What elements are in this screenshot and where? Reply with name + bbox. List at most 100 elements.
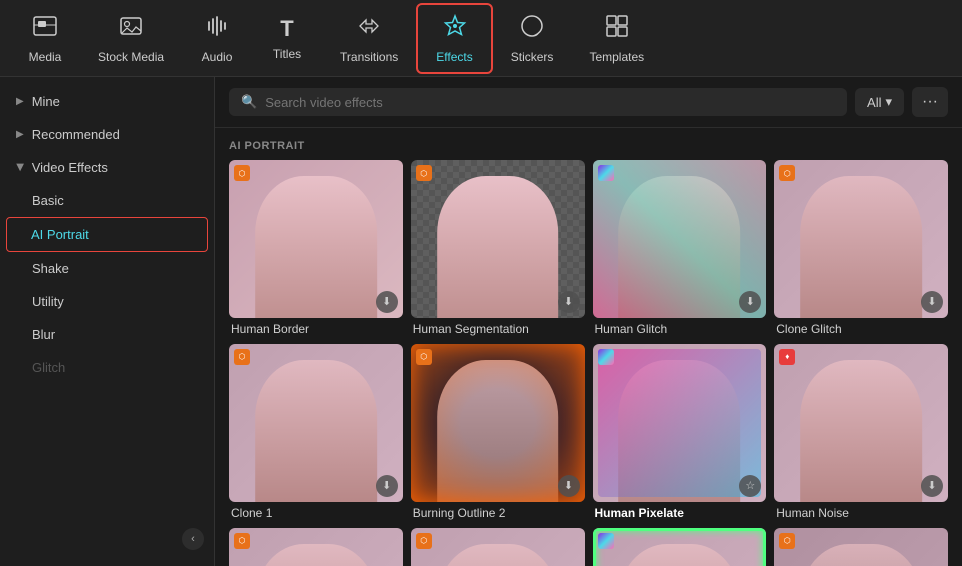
mine-arrow: ▶ (16, 96, 24, 107)
nav-stock-label: Stock Media (98, 50, 164, 64)
effect-card-human-noise[interactable]: ♦ ⬇ Human Noise (774, 344, 948, 520)
stickers-icon (519, 13, 545, 45)
badge-clone-glitch: ⬡ (779, 165, 795, 181)
nav-media[interactable]: Media (10, 5, 80, 72)
effect-name-clone-1: Clone 1 (229, 506, 403, 520)
nav-effects-label: Effects (436, 50, 472, 64)
effect-card-neon-ring-2[interactable]: ⬡ ⬇ Neon Ring 2 (411, 528, 585, 566)
badge-human-segmentation: ⬡ (416, 165, 432, 181)
filter-chevron-icon: ▾ (885, 94, 892, 110)
content-area: 🔍 All ▾ ··· AI PORTRAIT ⬡ ⬇ Human (215, 77, 962, 566)
badge-clone-1: ⬡ (234, 349, 250, 365)
nav-audio[interactable]: Audio (182, 5, 252, 72)
collapse-sidebar-button[interactable]: ‹ (182, 528, 204, 550)
sidebar-sub-blur[interactable]: Blur (0, 318, 214, 351)
shake-label: Shake (32, 261, 69, 276)
basic-label: Basic (32, 193, 64, 208)
sidebar-sub-ai-portrait[interactable]: AI Portrait (6, 217, 208, 252)
effect-card-human-glitch[interactable]: ⬇ Human Glitch (593, 160, 767, 336)
sidebar-sub-basic[interactable]: Basic (0, 184, 214, 217)
effect-name-human-segmentation: Human Segmentation (411, 322, 585, 336)
effect-card-lightning-flash-2[interactable]: ⬡ ⬇ Lightning Flash 2 (774, 528, 948, 566)
audio-icon (204, 13, 230, 45)
download-human-segmentation-icon[interactable]: ⬇ (558, 291, 580, 313)
sidebar: ▶ Mine ▶ Recommended ▶ Video Effects Bas… (0, 77, 215, 566)
effect-thumb-burning-outline: ⬡ ⬇ (411, 344, 585, 502)
sidebar-sub-utility[interactable]: Utility (0, 285, 214, 318)
ai-portrait-label: AI Portrait (31, 227, 89, 242)
effect-card-neon-flow-4[interactable]: ⬡ ⬇ Neon Flow 4 (229, 528, 403, 566)
effect-card-clone-1[interactable]: ⬡ ⬇ Clone 1 (229, 344, 403, 520)
filter-button[interactable]: All ▾ (855, 88, 904, 116)
effect-name-human-border: Human Border (229, 322, 403, 336)
effect-card-human-segmentation[interactable]: ⬡ ⬇ Human Segmentation (411, 160, 585, 336)
effect-thumb-human-noise: ♦ ⬇ (774, 344, 948, 502)
templates-icon (604, 13, 630, 45)
search-input[interactable] (265, 95, 835, 110)
effect-thumb-lightning-flash-2: ⬡ ⬇ (774, 528, 948, 566)
effect-card-human-border[interactable]: ⬡ ⬇ Human Border (229, 160, 403, 336)
search-icon: 🔍 (241, 94, 257, 110)
effect-thumb-human-glitch: ⬇ (593, 160, 767, 318)
recommended-arrow: ▶ (16, 129, 24, 140)
search-wrapper: 🔍 (229, 88, 847, 116)
download-human-border-icon[interactable]: ⬇ (376, 291, 398, 313)
download-clone-1-icon[interactable]: ⬇ (376, 475, 398, 497)
video-effects-arrow: ▶ (14, 164, 25, 172)
top-nav: Media Stock Media Audio T Titles Transi (0, 0, 962, 77)
effect-thumb-human-pixelate: ☆ (593, 344, 767, 502)
download-burning-outline-icon[interactable]: ⬇ (558, 475, 580, 497)
download-clone-glitch-icon[interactable]: ⬇ (921, 291, 943, 313)
sidebar-recommended-label: Recommended (32, 127, 120, 142)
effects-icon (442, 13, 468, 45)
utility-label: Utility (32, 294, 64, 309)
effect-thumb-neon-ring-2: ⬡ ⬇ (411, 528, 585, 566)
nav-titles[interactable]: T Titles (252, 8, 322, 69)
effect-thumb-clone-1: ⬡ ⬇ (229, 344, 403, 502)
nav-audio-label: Audio (202, 50, 233, 64)
blur-label: Blur (32, 327, 55, 342)
badge-neon-flow-4: ⬡ (234, 533, 250, 549)
sidebar-item-mine[interactable]: ▶ Mine (0, 85, 214, 118)
badge-lightning-flash-1 (598, 533, 614, 549)
glitch-label: Glitch (32, 360, 65, 375)
effect-card-human-pixelate[interactable]: ☆ Human Pixelate (593, 344, 767, 520)
sidebar-sub-shake[interactable]: Shake (0, 252, 214, 285)
effect-thumb-lightning-flash-1: ⬇ (593, 528, 767, 566)
search-bar: 🔍 All ▾ ··· (215, 77, 962, 128)
sidebar-sub-glitch[interactable]: Glitch (0, 351, 214, 384)
nav-transitions[interactable]: Transitions (322, 5, 416, 72)
more-options-button[interactable]: ··· (912, 87, 948, 117)
badge-burning-outline: ⬡ (416, 349, 432, 365)
section-label: AI PORTRAIT (215, 128, 962, 160)
more-dots-icon: ··· (922, 93, 938, 110)
filter-label: All (867, 95, 881, 110)
star-human-pixelate-icon[interactable]: ☆ (739, 475, 761, 497)
nav-titles-label: Titles (273, 47, 301, 61)
titles-icon: T (280, 16, 293, 42)
nav-templates[interactable]: Templates (571, 5, 662, 72)
effect-thumb-clone-glitch: ⬡ ⬇ (774, 160, 948, 318)
effect-thumb-human-segmentation: ⬡ ⬇ (411, 160, 585, 318)
stock-media-icon (118, 13, 144, 45)
sidebar-item-video-effects[interactable]: ▶ Video Effects (0, 151, 214, 184)
download-human-noise-icon[interactable]: ⬇ (921, 475, 943, 497)
nav-stickers[interactable]: Stickers (493, 5, 572, 72)
badge-lightning-flash-2: ⬡ (779, 533, 795, 549)
badge-human-noise: ♦ (779, 349, 795, 365)
nav-effects[interactable]: Effects (416, 3, 492, 74)
effect-name-human-glitch: Human Glitch (593, 322, 767, 336)
transitions-icon (356, 13, 382, 45)
sidebar-item-recommended[interactable]: ▶ Recommended (0, 118, 214, 151)
effect-card-lightning-flash-1[interactable]: ⬇ Lightning Flash 1 (593, 528, 767, 566)
effect-name-clone-glitch: Clone Glitch (774, 322, 948, 336)
media-icon (32, 13, 58, 45)
effect-card-clone-glitch[interactable]: ⬡ ⬇ Clone Glitch (774, 160, 948, 336)
effect-thumb-human-border: ⬡ ⬇ (229, 160, 403, 318)
nav-stock-media[interactable]: Stock Media (80, 5, 182, 72)
badge-human-border: ⬡ (234, 165, 250, 181)
effect-card-burning-outline-2[interactable]: ⬡ ⬇ Burning Outline 2 (411, 344, 585, 520)
effect-name-human-noise: Human Noise (774, 506, 948, 520)
nav-transitions-label: Transitions (340, 50, 398, 64)
badge-human-pixelate (598, 349, 614, 365)
